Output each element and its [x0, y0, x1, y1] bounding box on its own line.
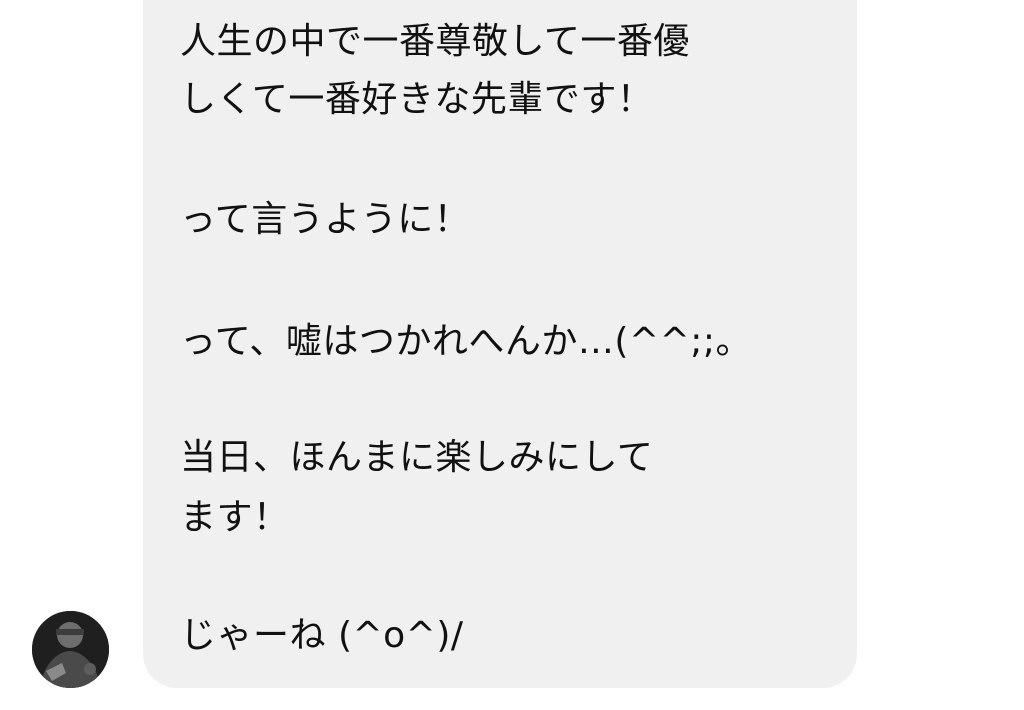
sender-avatar[interactable]	[32, 611, 109, 688]
message-line-1: 人生の中で一番尊敬して一番優	[180, 21, 690, 62]
message-bubble[interactable]: 人生の中で一番尊敬して一番優 しくて一番好きな先輩です！ って言うように！ って…	[143, 0, 857, 688]
message-line-2: しくて一番好きな先輩です！	[180, 79, 654, 120]
message-line-5: 当日、ほんまに楽しみにして	[180, 437, 654, 478]
message-line-7: じゃーね (^o^)/	[180, 615, 464, 656]
message-line-4: って、嘘はつかれへんか…(^^;;。	[180, 321, 753, 362]
message-line-3: って言うように！	[180, 199, 471, 240]
user-avatar-photo-icon	[32, 611, 109, 688]
message-line-6: ます！	[180, 497, 290, 538]
chat-screen: 人生の中で一番尊敬して一番優 しくて一番好きな先輩です！ って言うように！ って…	[0, 0, 1024, 710]
